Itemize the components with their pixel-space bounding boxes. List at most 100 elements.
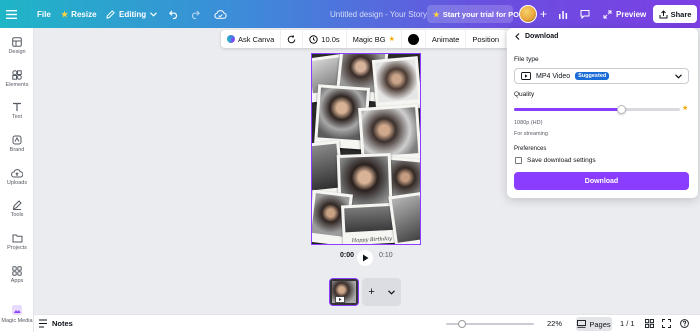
zoom-slider[interactable] (446, 320, 534, 328)
grid-view-icon (645, 319, 654, 328)
quality-slider[interactable] (514, 105, 680, 114)
download-panel-header: Download (515, 33, 558, 40)
fullscreen-button[interactable] (662, 319, 671, 330)
cloud-check-icon (214, 9, 227, 19)
preview-button[interactable]: Preview (603, 0, 646, 28)
animate-button[interactable]: Animate (426, 30, 467, 48)
chevron-down-icon (150, 11, 158, 17)
ask-canva-button[interactable]: Ask Canva (221, 30, 282, 48)
sidebar-item-elements[interactable]: Elements (0, 70, 34, 88)
start-trial-button[interactable]: ★ Start your trial for PO (427, 5, 519, 23)
brand-icon (12, 135, 22, 145)
insights-button[interactable] (558, 0, 568, 28)
sidebar-item-label: Tools (10, 212, 24, 218)
preview-label: Preview (616, 9, 647, 19)
file-type-select[interactable]: MP4 Video Suggested (514, 68, 689, 84)
expand-icon (603, 10, 612, 18)
help-icon (680, 319, 689, 328)
page-count[interactable]: 1 / 1 (620, 319, 635, 328)
design-canvas[interactable]: Happy Birthday (311, 53, 421, 245)
quality-hint: For streaming (514, 131, 548, 137)
bar-chart-icon (559, 10, 568, 19)
redo-button[interactable] (190, 0, 200, 28)
context-toolbar: Ask Canva 10.0s Magic BG ★ Animate Posit… (221, 30, 521, 48)
add-page-group: + (362, 278, 401, 306)
share-label: Share (670, 9, 692, 19)
crown-icon: ★ (682, 105, 689, 112)
chevron-down-icon (675, 73, 682, 79)
ask-canva-label: Ask Canva (238, 34, 275, 44)
save-settings-label[interactable]: Save download settings (527, 157, 596, 164)
crown-icon: ★ (388, 36, 395, 43)
text-icon (13, 102, 21, 111)
replace-button[interactable] (281, 30, 304, 48)
avatar[interactable] (519, 5, 537, 23)
upload-icon (11, 169, 23, 178)
sidebar-item-brand[interactable]: Brand (0, 135, 34, 153)
chevron-left-icon[interactable] (515, 33, 520, 40)
position-button[interactable]: Position (466, 30, 507, 48)
download-button[interactable]: Download (514, 172, 689, 190)
play-icon (362, 254, 368, 262)
sidebar-item-label: Projects (7, 245, 27, 251)
sidebar-item-apps[interactable]: Apps (0, 266, 34, 284)
menu-button[interactable] (6, 0, 17, 28)
fullscreen-icon (662, 319, 671, 328)
sidebar-item-label: Uploads (6, 180, 28, 186)
color-swatch (407, 33, 419, 45)
notes-label: Notes (52, 319, 73, 328)
canvas-caption: Happy Birthday (351, 235, 392, 245)
chevron-down-icon[interactable] (387, 289, 395, 295)
page-thumbnail[interactable] (329, 278, 359, 306)
duration-button[interactable]: 10.0s (303, 30, 347, 48)
hamburger-menu-icon (6, 9, 17, 19)
pages-label: Pages (589, 319, 611, 329)
sidebar-item-tools[interactable]: Tools (0, 200, 34, 218)
sidebar-item-label: Design (8, 49, 26, 55)
sidebar-item-projects[interactable]: Projects (0, 233, 34, 251)
share-button[interactable]: Share (653, 5, 697, 23)
sidebar-item-magic-media[interactable]: Magic Media (0, 304, 34, 324)
file-menu[interactable]: File (37, 0, 51, 28)
magic-bg-button[interactable]: Magic BG ★ (347, 30, 402, 48)
layout-icon (12, 37, 22, 47)
cloud-save-status[interactable] (214, 0, 227, 28)
comments-button[interactable] (580, 0, 590, 28)
sidebar-item-label: Magic Media (1, 318, 33, 324)
zoom-slider-handle[interactable] (458, 320, 466, 328)
grid-view-button[interactable] (645, 319, 654, 330)
suggested-badge: Suggested (575, 72, 610, 80)
pages-icon (577, 320, 587, 328)
add-page-button[interactable]: + (368, 286, 374, 298)
sidebar-item-text[interactable]: Text (0, 102, 34, 120)
save-settings-checkbox[interactable] (515, 157, 522, 164)
resize-button[interactable]: ★ Resize (61, 0, 97, 28)
play-button[interactable] (357, 250, 373, 266)
undo-button[interactable] (169, 0, 179, 28)
notes-button[interactable]: Notes (38, 319, 73, 328)
file-type-value: MP4 Video (536, 72, 571, 80)
polaroid-photo[interactable] (388, 191, 420, 244)
sidebar-item-design[interactable]: Design (0, 37, 34, 55)
playback-controls: 0:00 (340, 252, 354, 259)
download-panel-title: Download (525, 33, 559, 40)
apps-grid-icon (12, 266, 22, 276)
pages-button[interactable]: Pages (576, 317, 612, 331)
left-sidebar: Design Elements Text Brand Uploads Tools… (0, 28, 34, 332)
sidebar-item-label: Brand (9, 147, 25, 153)
folder-icon (12, 234, 22, 243)
add-collaborator-button[interactable]: + (540, 0, 547, 28)
total-time: 0:10 (379, 252, 393, 259)
help-button[interactable] (680, 319, 689, 330)
editing-mode-dropdown[interactable]: Editing (106, 0, 158, 28)
sidebar-item-uploads[interactable]: Uploads (0, 168, 34, 186)
video-page-icon (335, 296, 345, 303)
document-title[interactable]: Untitled design - Your Story (330, 0, 427, 28)
refresh-icon (287, 35, 296, 43)
quality-label: Quality (514, 91, 535, 98)
zoom-level[interactable]: 22% (547, 319, 562, 328)
top-bar: File ★ Resize Editing Untitled design - … (0, 0, 700, 28)
color-picker-button[interactable] (402, 30, 426, 48)
quality-slider-handle[interactable] (617, 105, 627, 114)
crown-icon: ★ (61, 9, 69, 19)
